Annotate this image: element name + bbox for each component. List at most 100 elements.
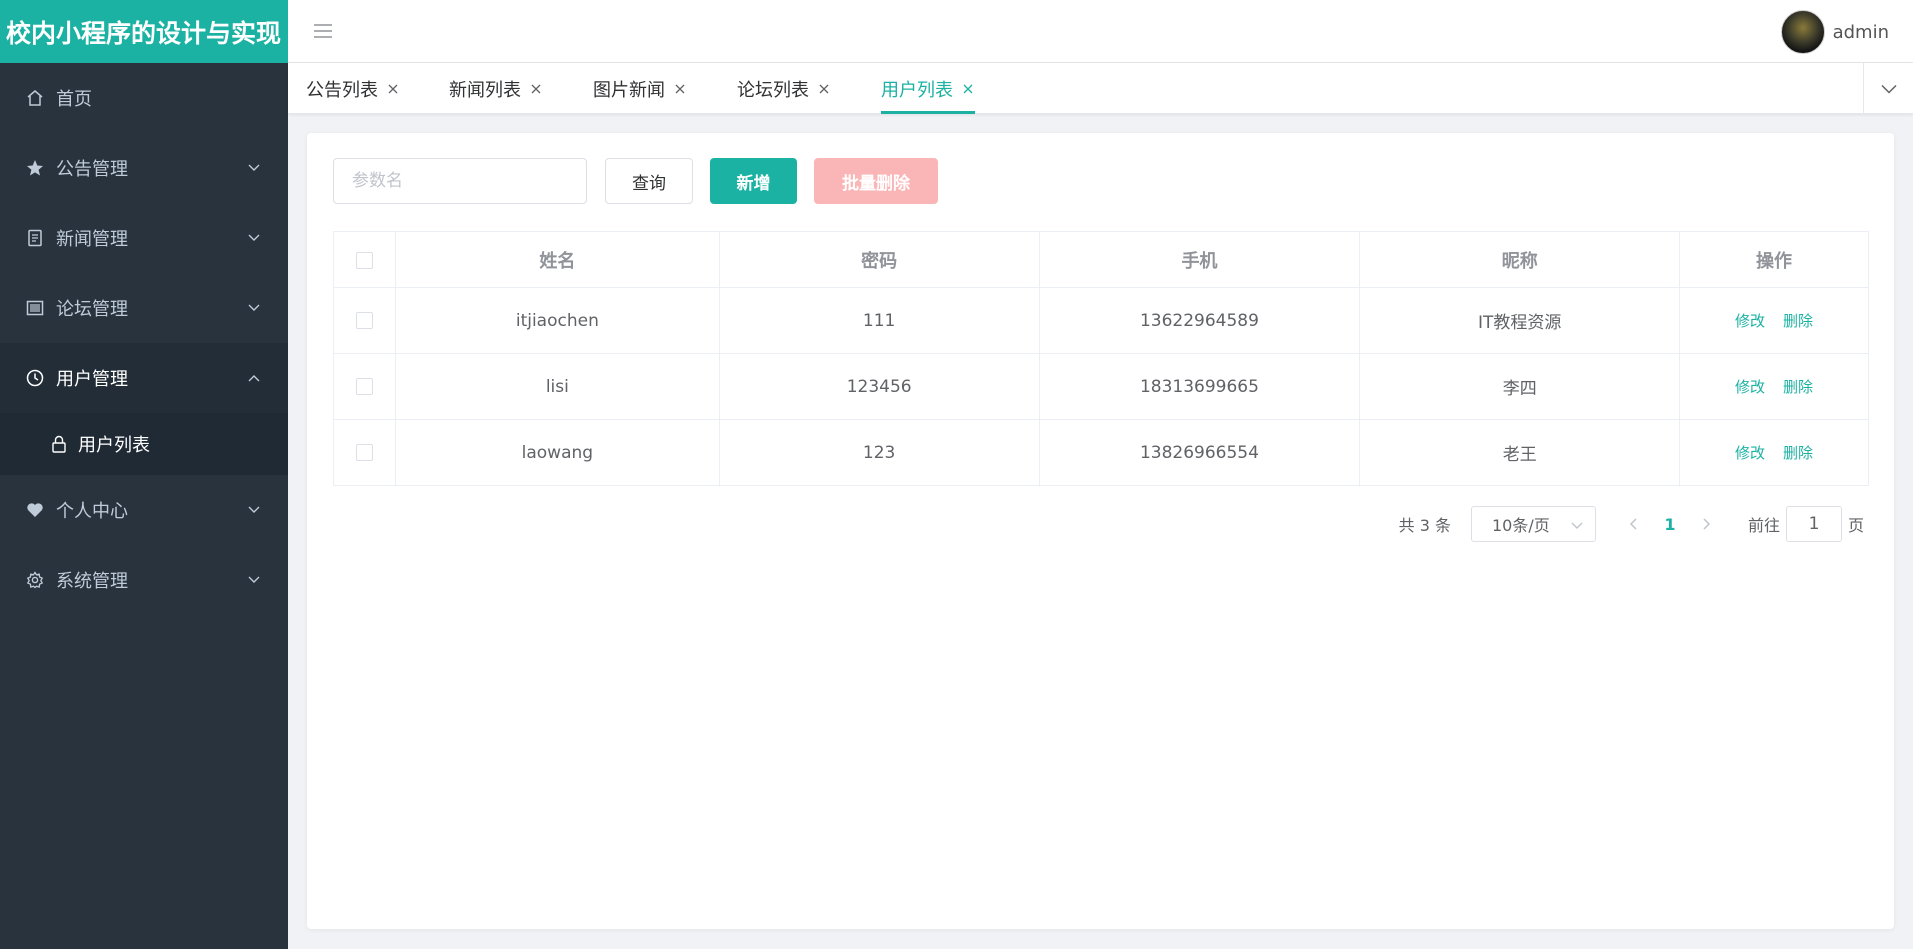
search-input[interactable]: [333, 158, 587, 204]
batch-delete-button[interactable]: 批量删除: [814, 158, 938, 204]
cell-phone: 13622964589: [1038, 287, 1361, 354]
sidebar-item-profile[interactable]: 个人中心: [0, 475, 288, 545]
sidebar-item-label: 新闻管理: [56, 229, 128, 250]
pagination: 共 3 条 10条/页 1 前往 页: [1399, 506, 1864, 542]
page-number-current[interactable]: 1: [1650, 506, 1690, 542]
sidebar-item-label: 系统管理: [56, 571, 128, 592]
cell-name: lisi: [394, 353, 720, 420]
sidebar-item-system[interactable]: 系统管理: [0, 545, 288, 615]
delete-link[interactable]: 删除: [1783, 444, 1813, 462]
row-checkbox[interactable]: [355, 312, 373, 329]
username: admin: [1832, 21, 1889, 43]
edit-link[interactable]: 修改: [1735, 312, 1765, 330]
chevron-down-icon: [246, 230, 262, 246]
tab-label: 公告列表: [306, 79, 378, 101]
users-submenu: 用户列表: [0, 413, 288, 475]
cell-nickname: 李四: [1359, 353, 1681, 420]
sidebar-item-label: 公告管理: [56, 159, 128, 180]
cell-nickname: IT教程资源: [1359, 287, 1681, 354]
sidebar-item-announcements[interactable]: 公告管理: [0, 133, 288, 203]
add-button[interactable]: 新增: [710, 158, 797, 204]
sidebar-subitem-label: 用户列表: [78, 435, 150, 456]
tab-picture-news[interactable]: 图片新闻: [593, 63, 687, 114]
tabs-dropdown-button[interactable]: [1863, 63, 1913, 114]
edit-link[interactable]: 修改: [1735, 378, 1765, 396]
cell-name: laowang: [394, 419, 720, 486]
table-row: lisi 123456 18313699665 李四 修改 删除: [333, 353, 1869, 420]
chevron-down-icon: [1880, 79, 1897, 98]
goto-label: 前往: [1747, 516, 1780, 535]
chevron-down-icon: [246, 502, 262, 518]
goto-page-input[interactable]: [1785, 506, 1842, 542]
main-card: 查询 新增 批量删除 姓名 密码 手机 昵称 操作 itjiaochen 111…: [307, 133, 1894, 929]
cell-actions: 修改 删除: [1679, 419, 1869, 486]
avatar: [1780, 10, 1825, 54]
sidebar: 校内小程序的设计与实现 首页 公告管理 新闻管理 论坛管理 用户管理 用户列表 …: [0, 0, 288, 949]
cell-phone: 18313699665: [1038, 353, 1361, 420]
sidebar-item-home[interactable]: 首页: [0, 63, 288, 133]
row-select-cell: [333, 353, 396, 420]
cell-password: 123: [718, 419, 1040, 486]
sidebar-item-forum[interactable]: 论坛管理: [0, 273, 288, 343]
heart-icon: [25, 500, 45, 520]
column-header: 密码: [718, 231, 1040, 288]
menu-toggle-icon[interactable]: [312, 20, 336, 44]
column-header: 姓名: [394, 231, 720, 288]
tabs-bar: 公告列表 新闻列表 图片新闻 论坛列表 用户列表: [288, 63, 1913, 114]
cell-actions: 修改 删除: [1679, 287, 1869, 354]
sidebar-item-label: 用户管理: [56, 369, 128, 390]
chevron-down-icon: [246, 300, 262, 316]
app-title: 校内小程序的设计与实现: [0, 0, 288, 63]
tab-user-list[interactable]: 用户列表: [881, 63, 975, 114]
select-all-checkbox[interactable]: [355, 251, 373, 269]
column-header: 操作: [1679, 231, 1869, 288]
tab-label: 用户列表: [881, 79, 953, 101]
tab-announcement-list[interactable]: 公告列表: [306, 63, 400, 114]
delete-link[interactable]: 删除: [1783, 312, 1813, 330]
sidebar-item-label: 首页: [56, 89, 92, 110]
picture-icon: [25, 298, 45, 318]
close-icon[interactable]: [817, 82, 831, 96]
close-icon[interactable]: [961, 82, 975, 96]
close-icon[interactable]: [529, 82, 543, 96]
sidebar-item-label: 论坛管理: [56, 299, 128, 320]
row-checkbox[interactable]: [355, 378, 373, 395]
cell-actions: 修改 删除: [1679, 353, 1869, 420]
goto-suffix: 页: [1847, 516, 1864, 535]
lock-icon: [50, 435, 68, 453]
tab-label: 新闻列表: [449, 79, 521, 101]
total-count: 共 3 条: [1398, 516, 1451, 535]
top-header: admin: [288, 0, 1913, 63]
cell-phone: 13826966554: [1038, 419, 1361, 486]
sidebar-item-label: 个人中心: [56, 501, 128, 522]
sidebar-item-news[interactable]: 新闻管理: [0, 203, 288, 273]
row-select-cell: [333, 419, 396, 486]
chevron-down-icon: [1571, 515, 1583, 534]
tab-news-list[interactable]: 新闻列表: [449, 63, 543, 114]
delete-link[interactable]: 删除: [1783, 378, 1813, 396]
gear-icon: [25, 570, 45, 590]
query-button[interactable]: 查询: [605, 158, 693, 204]
page-size-select[interactable]: 10条/页: [1470, 506, 1596, 542]
chevron-down-icon: [246, 160, 262, 176]
tab-label: 图片新闻: [593, 79, 665, 101]
prev-page-button[interactable]: [1618, 506, 1648, 542]
home-icon: [25, 88, 45, 108]
chevron-down-icon: [246, 572, 262, 588]
table-header-row: 姓名 密码 手机 昵称 操作: [333, 231, 1869, 288]
close-icon[interactable]: [386, 82, 400, 96]
sidebar-subitem-user-list[interactable]: 用户列表: [0, 413, 288, 475]
cell-password: 111: [718, 287, 1040, 354]
chevron-up-icon: [246, 370, 262, 386]
column-header: 手机: [1038, 231, 1361, 288]
row-checkbox[interactable]: [355, 444, 373, 461]
tab-forum-list[interactable]: 论坛列表: [737, 63, 831, 114]
column-header: 昵称: [1359, 231, 1681, 288]
close-icon[interactable]: [673, 82, 687, 96]
table-row: laowang 123 13826966554 老王 修改 删除: [333, 419, 1869, 486]
next-page-button[interactable]: [1692, 506, 1722, 542]
sidebar-item-users[interactable]: 用户管理: [0, 343, 288, 413]
user-menu[interactable]: admin: [1780, 10, 1889, 54]
edit-link[interactable]: 修改: [1735, 444, 1765, 462]
page-size-value: 10条/页: [1491, 516, 1550, 535]
